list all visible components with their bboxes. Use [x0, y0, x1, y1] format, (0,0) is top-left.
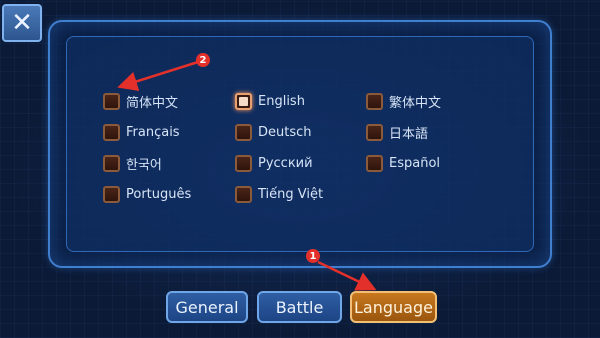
- annotation-arrows: [117, 60, 377, 291]
- annotation-marker-1: 1: [306, 249, 320, 263]
- annotation-marker-2: 2: [196, 53, 210, 67]
- arrow-to-language-tab: [317, 260, 377, 291]
- arrow-to-first-checkbox: [117, 60, 199, 92]
